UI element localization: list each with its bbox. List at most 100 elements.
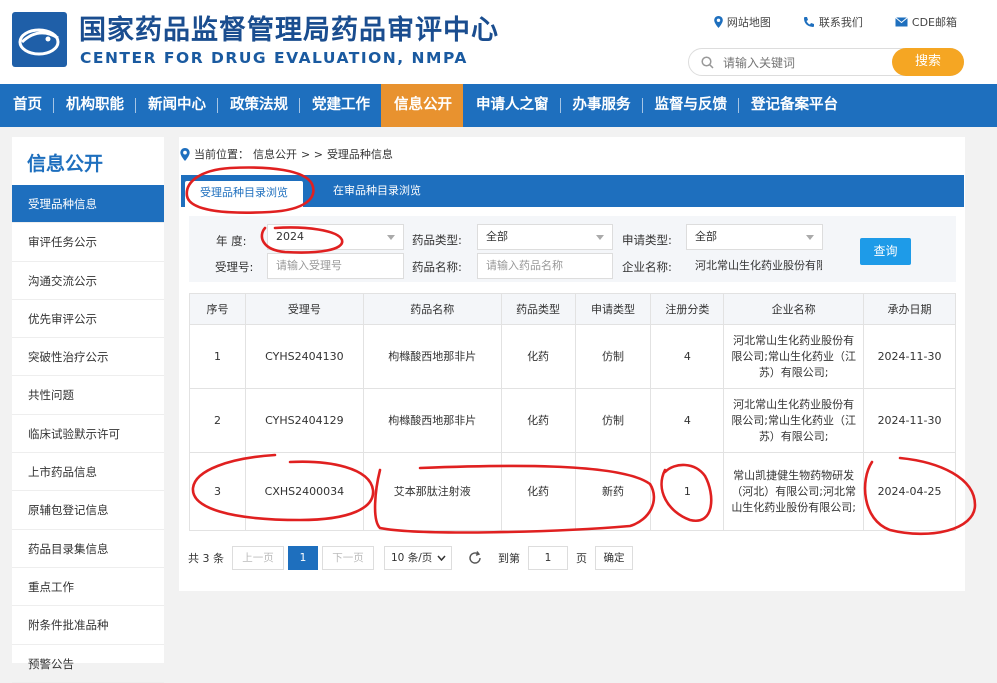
sitemap-link[interactable]: 网站地图: [714, 14, 771, 30]
apply-type-label: 申请类型:: [622, 233, 672, 247]
nav-feedback[interactable]: 监督与反馈: [641, 84, 739, 127]
filter-panel: 年 度: 2024 药品类型: 全部 申请类型: 全部 受理号: 请输入受理号 …: [189, 216, 956, 282]
mail-icon: [895, 17, 908, 27]
main-content: 当前位置： 信息公开 > > 受理品种信息 受理品种目录浏览 在审品种目录浏览 年…: [179, 137, 965, 591]
cell-accept-no: CYHS2404130: [244, 324, 364, 389]
sidebar-item-warning[interactable]: 预警公告: [12, 645, 164, 683]
sidebar-item-catalog[interactable]: 药品目录集信息: [12, 530, 164, 568]
col-date: 承办日期: [863, 293, 956, 325]
top-links: 网站地图 联系我们 CDE邮箱: [714, 14, 957, 30]
sidebar-item-conditional[interactable]: 附条件批准品种: [12, 606, 164, 645]
col-apply-type: 申请类型: [574, 293, 652, 325]
nav-applicant[interactable]: 申请人之窗: [463, 84, 560, 127]
accept-no-label: 受理号:: [215, 260, 254, 274]
table-row[interactable]: 3 CXHS2400034 艾本那肽注射液 化药 新药 1 常山凯捷健生物药物研…: [189, 452, 956, 531]
cell-drug-name: 枸橼酸西地那非片: [362, 324, 502, 389]
sidebar-item-common-issues[interactable]: 共性问题: [12, 376, 164, 415]
sidebar-item-review-tasks[interactable]: 审评任务公示: [12, 223, 164, 262]
cell-reg-class: 4: [650, 388, 725, 453]
prev-page-button[interactable]: 上一页: [232, 546, 284, 570]
cell-index: 2: [189, 388, 246, 453]
sidebar-item-accepted[interactable]: 受理品种信息: [12, 185, 164, 224]
nav-news[interactable]: 新闻中心: [135, 84, 217, 127]
year-select[interactable]: 2024: [267, 224, 404, 250]
cell-reg-class: 4: [650, 324, 725, 389]
cell-date: 2024-11-30: [863, 388, 956, 453]
drug-type-label: 药品类型:: [412, 233, 462, 247]
phone-icon: [803, 17, 814, 27]
drug-type-value: 全部: [486, 230, 508, 243]
cde-logo[interactable]: [12, 12, 67, 67]
breadcrumb-path[interactable]: 信息公开: [253, 146, 297, 162]
sidebar-item-excipient[interactable]: 原辅包登记信息: [12, 491, 164, 530]
site-title-en: CENTER FOR DRUG EVALUATION, NMPA: [80, 49, 468, 67]
cell-index: 3: [189, 452, 246, 531]
page-size-select[interactable]: 10 条/页: [384, 546, 452, 570]
breadcrumb: 当前位置： 信息公开 > > 受理品种信息: [180, 146, 393, 162]
cell-company: 河北常山生化药业股份有限公司;常山生化药业（江苏）有限公司;: [723, 388, 865, 453]
cell-index: 1: [189, 324, 246, 389]
sidebar-item-communication[interactable]: 沟通交流公示: [12, 262, 164, 300]
contact-label: 联系我们: [818, 16, 863, 29]
search-button[interactable]: 搜索: [892, 48, 964, 76]
next-page-button[interactable]: 下一页: [322, 546, 374, 570]
cell-date: 2024-11-30: [863, 324, 956, 389]
cell-drug-type: 化药: [500, 388, 576, 453]
nav-info-public[interactable]: 信息公开: [381, 84, 463, 127]
col-company: 企业名称: [723, 293, 865, 325]
cell-drug-name: 艾本那肽注射液: [362, 452, 502, 531]
cell-company: 常山凯捷健生物药物研发（河北）有限公司;河北常山生化药业股份有限公司;: [723, 452, 865, 531]
sidebar-item-priority[interactable]: 优先审评公示: [12, 300, 164, 339]
nav-policy[interactable]: 政策法规: [217, 84, 299, 127]
results-table: 序号 受理号 药品名称 药品类型 申请类型 注册分类 企业名称 承办日期 1 C…: [189, 293, 956, 531]
accept-no-input[interactable]: 请输入受理号: [267, 253, 404, 279]
nav-home[interactable]: 首页: [0, 84, 53, 127]
table-row[interactable]: 2 CYHS2404129 枸橼酸西地那非片 化药 仿制 4 河北常山生化药业股…: [189, 388, 956, 453]
sidebar-title: 信息公开: [27, 153, 104, 175]
contact-link[interactable]: 联系我们: [803, 14, 863, 30]
apply-type-value: 全部: [695, 230, 717, 243]
page-size-value: 10 条/页: [391, 552, 433, 564]
tab-under-review-catalog[interactable]: 在审品种目录浏览: [318, 175, 436, 207]
page-1-button[interactable]: 1: [288, 546, 318, 570]
query-button[interactable]: 查询: [860, 238, 911, 265]
location-pin-icon: [714, 16, 723, 28]
company-label: 企业名称:: [622, 260, 672, 274]
nav-registration[interactable]: 登记备案平台: [738, 84, 849, 127]
nav-party[interactable]: 党建工作: [299, 84, 381, 127]
breadcrumb-separator: > >: [301, 147, 323, 161]
cell-drug-name: 枸橼酸西地那非片: [362, 388, 502, 453]
sidebar-item-breakthrough[interactable]: 突破性治疗公示: [12, 338, 164, 377]
goto-page-input[interactable]: 1: [528, 546, 568, 570]
nav-service[interactable]: 办事服务: [559, 84, 642, 127]
search-input[interactable]: [723, 54, 873, 72]
email-link[interactable]: CDE邮箱: [895, 14, 957, 30]
company-input[interactable]: 河北常山生化药业股份有限公司: [686, 253, 823, 279]
sidebar: 信息公开 受理品种信息 审评任务公示 沟通交流公示 优先审评公示 突破性治疗公示…: [12, 137, 164, 683]
sidebar-item-key-work[interactable]: 重点工作: [12, 568, 164, 607]
site-header: 国家药品监督管理局药品审评中心 CENTER FOR DRUG EVALUATI…: [0, 0, 997, 84]
sitemap-label: 网站地图: [726, 16, 771, 29]
table-row[interactable]: 1 CYHS2404130 枸橼酸西地那非片 化药 仿制 4 河北常山生化药业股…: [189, 324, 956, 389]
pagination: 共 3 条 上一页 1 下一页 10 条/页 到第 1 页 确定: [188, 546, 633, 570]
sidebar-item-clinical-trial[interactable]: 临床试验默示许可: [12, 415, 164, 454]
goto-label: 到第: [498, 552, 520, 565]
cell-accept-no: CXHS2400034: [244, 452, 364, 531]
cell-accept-no: CYHS2404129: [244, 388, 364, 453]
chevron-down-icon: [806, 235, 814, 240]
apply-type-select[interactable]: 全部: [686, 224, 823, 250]
breadcrumb-prefix: 当前位置：: [194, 148, 249, 161]
tab-accepted-catalog[interactable]: 受理品种目录浏览: [185, 181, 303, 207]
nav-org[interactable]: 机构职能: [53, 84, 135, 127]
sidebar-item-marketed[interactable]: 上市药品信息: [12, 453, 164, 492]
cell-date: 2024-04-25: [863, 452, 956, 531]
email-label: CDE邮箱: [911, 16, 957, 29]
drug-type-select[interactable]: 全部: [477, 224, 613, 250]
goto-confirm-button[interactable]: 确定: [595, 546, 633, 570]
refresh-icon[interactable]: [468, 551, 482, 565]
cell-drug-type: 化药: [500, 324, 576, 389]
drug-name-input[interactable]: 请输入药品名称: [477, 253, 613, 279]
breadcrumb-current: 受理品种信息: [326, 148, 393, 161]
year-label: 年 度:: [216, 234, 247, 248]
col-drug-name: 药品名称: [362, 293, 502, 325]
